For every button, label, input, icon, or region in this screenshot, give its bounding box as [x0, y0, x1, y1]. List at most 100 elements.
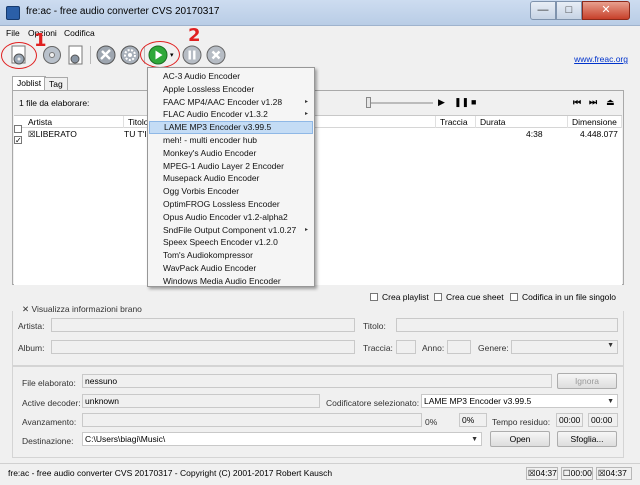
cell-durata: 4:38	[526, 129, 543, 139]
encoder-menu-item-label: MPEG-1 Audio Layer 2 Encoder	[163, 160, 284, 171]
avanzamento-label: Avanzamento:	[22, 417, 77, 427]
encoder-menu-item[interactable]: FAAC MP4/AAC Encoder v1.28 ▸	[149, 96, 313, 109]
pause-preview-icon[interactable]: ❚❚	[454, 97, 469, 108]
next-track-icon[interactable]: ⏭	[589, 97, 597, 108]
playback-slider-thumb[interactable]	[366, 97, 371, 108]
encoder-menu-item[interactable]: LAME MP3 Encoder v3.99.5	[149, 121, 313, 134]
tools-button[interactable]	[96, 45, 116, 65]
codifica-singolo-option[interactable]: Codifica in un file singolo	[510, 292, 616, 302]
playback-slider-track[interactable]	[369, 102, 433, 104]
annotation-circle-1	[1, 42, 37, 69]
row-checkbox[interactable]: ✓	[14, 136, 22, 145]
encoder-menu-item[interactable]: Opus Audio Encoder v1.2-alpha2	[149, 211, 313, 224]
encoder-menu-item[interactable]: Apple Lossless Encoder	[149, 83, 313, 96]
files-count-label: 1 file da elaborare:	[19, 98, 90, 108]
pause-button[interactable]	[182, 45, 202, 65]
encoder-combo-value: LAME MP3 Encoder v3.99.5	[424, 396, 532, 406]
progress-percent-1: 0%	[425, 417, 438, 427]
title-bar: fre:ac - free audio converter CVS 201703…	[0, 0, 640, 26]
eject-icon[interactable]: ⏏	[606, 97, 615, 108]
file-elaborato-field: nessuno	[82, 374, 552, 388]
encoder-menu-item-label: FAAC MP4/AAC Encoder v1.28	[163, 96, 283, 107]
tempo-residuo-2: 00:00	[588, 413, 618, 427]
encoder-combo[interactable]: LAME MP3 Encoder v3.99.5 ▼	[421, 394, 618, 408]
anno-label: Anno:	[422, 343, 445, 353]
submenu-arrow-icon: ▸	[304, 226, 308, 233]
sfoglia-button[interactable]: Sfoglia...	[557, 431, 617, 447]
cd-icon	[43, 46, 61, 64]
traccia-field[interactable]	[396, 340, 416, 354]
encoder-menu-item[interactable]: WavPack Audio Encoder	[149, 262, 313, 275]
encoder-menu-item-label: AC-3 Audio Encoder	[163, 71, 241, 81]
album-label: Album:	[18, 343, 45, 353]
window-title: fre:ac - free audio converter CVS 201703…	[26, 6, 220, 17]
encoder-menu-item[interactable]: Musepack Audio Encoder	[149, 172, 313, 185]
genere-dropdown-icon: ▼	[607, 342, 614, 349]
ignora-button[interactable]: Ignora	[557, 373, 617, 389]
annotation-circle-2	[140, 41, 180, 68]
encoder-menu-item[interactable]: Monkey's Audio Encoder	[149, 147, 313, 160]
encoder-menu-item-label: Speex Speech Encoder v1.2.0	[163, 237, 278, 248]
open-button[interactable]: Open	[490, 431, 550, 447]
crea-playlist-option[interactable]: Crea playlist	[370, 292, 429, 302]
add-playlist-button[interactable]	[66, 45, 86, 65]
menu-file[interactable]: File	[6, 28, 20, 38]
status-text: fre:ac - free audio converter CVS 201703…	[8, 468, 333, 478]
cell-dimensione: 4.448.077	[580, 129, 618, 139]
status-time-unselected: ☒04:37	[596, 467, 632, 480]
tab-joblist[interactable]: Joblist	[12, 76, 47, 91]
select-all-checkbox[interactable]	[14, 125, 22, 133]
maximize-button[interactable]: □	[556, 1, 582, 20]
settings-button[interactable]	[120, 45, 140, 65]
titolo-field[interactable]	[396, 318, 618, 332]
gear-icon	[120, 45, 140, 65]
genere-combo[interactable]: ▼	[511, 340, 618, 354]
previous-track-icon[interactable]: ⏮	[573, 97, 581, 108]
encoder-menu-item[interactable]: AC-3 Audio Encoder	[149, 70, 313, 83]
album-field[interactable]	[51, 340, 355, 354]
encoder-menu-item-label: Musepack Audio Encoder	[163, 173, 260, 184]
column-traccia[interactable]: Traccia	[436, 116, 476, 128]
crea-cue-checkbox	[434, 293, 442, 301]
encoder-menu-item[interactable]: FLAC Audio Encoder v1.3.2 ▸	[149, 108, 313, 121]
encoder-menu-item[interactable]: Ogg Vorbis Encoder	[149, 185, 313, 198]
add-cd-button[interactable]	[42, 45, 62, 65]
destinazione-combo[interactable]: C:\Users\biagi\Music\ ▼	[82, 432, 482, 446]
stop-button[interactable]	[206, 45, 226, 65]
destinazione-label: Destinazione:	[22, 436, 74, 446]
progress-bar	[82, 413, 422, 427]
codifica-singolo-checkbox	[510, 293, 518, 301]
annotation-number-2: 2	[188, 25, 201, 46]
close-button[interactable]: ✕	[582, 1, 630, 20]
column-artista[interactable]: Artista	[24, 116, 124, 128]
website-link[interactable]: www.freac.org	[574, 54, 628, 64]
minimize-button[interactable]: —	[530, 1, 556, 20]
encoder-menu-item[interactable]: SndFile Output Component v1.0.27 ▸	[149, 224, 313, 237]
active-decoder-field: unknown	[82, 394, 320, 408]
encoder-menu: AC-3 Audio Encoder Apple Lossless Encoder…	[147, 67, 315, 287]
menu-codifica[interactable]: Codifica	[64, 28, 95, 38]
crea-cue-option[interactable]: Crea cue sheet	[434, 292, 504, 302]
encoder-menu-item[interactable]: MPEG-1 Audio Layer 2 Encoder	[149, 160, 313, 173]
encoder-menu-item[interactable]: Windows Media Audio Encoder	[149, 275, 313, 288]
file-elaborato-label: File elaborato:	[22, 378, 76, 388]
tools-icon	[96, 45, 116, 65]
encoder-menu-item[interactable]: meh! - multi encoder hub	[149, 134, 313, 147]
status-time-selected: ☐00:00	[561, 467, 593, 480]
encoder-menu-item[interactable]: OptimFROG Lossless Encoder	[149, 198, 313, 211]
traccia-label: Traccia:	[363, 343, 393, 353]
stop-preview-icon[interactable]: ■	[471, 97, 476, 107]
column-dimensione[interactable]: Dimensione	[568, 116, 622, 128]
cell-artista-text: LIBERATO	[35, 129, 77, 139]
status-bar: fre:ac - free audio converter CVS 201703…	[0, 463, 640, 485]
encoder-menu-item[interactable]: Tom's Audiokompressor	[149, 249, 313, 262]
submenu-arrow-icon: ▸	[304, 111, 308, 118]
play-preview-icon[interactable]: ▶	[438, 97, 445, 108]
column-durata[interactable]: Durata	[476, 116, 568, 128]
artista-field[interactable]	[51, 318, 355, 332]
cell-titolo: TU T'I	[124, 129, 147, 139]
progress-percent-2: 0%	[459, 413, 487, 427]
encoder-menu-item[interactable]: Speex Speech Encoder v1.2.0	[149, 236, 313, 249]
anno-field[interactable]	[447, 340, 471, 354]
destinazione-dropdown-icon: ▼	[471, 436, 478, 443]
